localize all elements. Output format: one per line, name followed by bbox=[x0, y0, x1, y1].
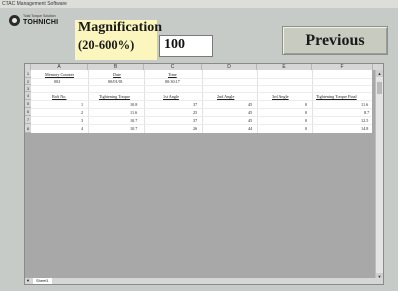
cell-b1[interactable]: Date bbox=[113, 72, 121, 77]
cell-a5[interactable]: 1 bbox=[81, 102, 83, 107]
sheet-tab-bar: ▼ Sheet1 bbox=[25, 278, 383, 284]
cell-c4[interactable]: 1st Angle bbox=[163, 94, 179, 99]
logo-brand: TOHNICHI bbox=[23, 19, 59, 26]
previous-button[interactable]: Previous bbox=[282, 26, 388, 55]
scroll-thumb[interactable] bbox=[377, 82, 382, 94]
cell-f7[interactable]: 12.5 bbox=[361, 118, 368, 123]
magnification-label: Magnification bbox=[78, 20, 162, 35]
grid-line bbox=[31, 108, 372, 109]
cell-b2[interactable]: 00/01/01 bbox=[108, 79, 123, 84]
cell-e8[interactable]: 0 bbox=[305, 126, 307, 131]
cell-c6[interactable]: 25 bbox=[193, 110, 197, 115]
cell-c1[interactable]: Time bbox=[168, 72, 177, 77]
scroll-up-icon[interactable]: ▲ bbox=[376, 70, 383, 77]
grid-line bbox=[31, 78, 372, 79]
cell-c2[interactable]: 00:30:17 bbox=[165, 79, 180, 84]
grid-line bbox=[31, 85, 372, 86]
cell-a1[interactable]: Memory Counter bbox=[45, 72, 74, 77]
cell-c5[interactable]: 37 bbox=[193, 102, 197, 107]
cell-a8[interactable]: 4 bbox=[81, 126, 83, 131]
cell-b4[interactable]: Tightening Torque bbox=[99, 94, 130, 99]
tohnichi-logo: Total Torque Solution TOHNICHI bbox=[9, 13, 59, 29]
cell-b6[interactable]: 11.6 bbox=[130, 110, 137, 115]
cell-f6[interactable]: 8.7 bbox=[364, 110, 369, 115]
cell-e6[interactable]: 0 bbox=[305, 110, 307, 115]
cell-a6[interactable]: 2 bbox=[81, 110, 83, 115]
grid-line bbox=[31, 100, 372, 101]
cell-d8[interactable]: 44 bbox=[248, 126, 252, 131]
cell-c7[interactable]: 37 bbox=[193, 118, 197, 123]
magnification-input[interactable]: 100 bbox=[159, 35, 213, 57]
cell-e5[interactable]: 0 bbox=[305, 102, 307, 107]
cell-a2[interactable]: 002 bbox=[54, 79, 60, 84]
cell-b8[interactable]: 10.7 bbox=[130, 126, 137, 131]
cell-b7[interactable]: 10.7 bbox=[130, 118, 137, 123]
logo-icon bbox=[9, 15, 20, 26]
logo-tagline: Total Torque Solution bbox=[23, 14, 56, 18]
cell-d6[interactable]: 45 bbox=[248, 110, 252, 115]
tab-nav-icon[interactable]: ▼ bbox=[26, 278, 30, 284]
cell-d4[interactable]: 2nd Angle bbox=[217, 94, 234, 99]
cell-c8[interactable]: 26 bbox=[193, 126, 197, 131]
vertical-scrollbar[interactable]: ▲ ▼ bbox=[375, 70, 383, 280]
cell-d7[interactable]: 45 bbox=[248, 118, 252, 123]
cell-f5[interactable]: 11.6 bbox=[361, 102, 368, 107]
grid-line bbox=[31, 92, 372, 93]
cell-e7[interactable]: 0 bbox=[305, 118, 307, 123]
grid-line bbox=[31, 124, 372, 125]
cell-f8[interactable]: 14.8 bbox=[361, 126, 368, 131]
magnification-range: (20-600%) bbox=[78, 38, 135, 52]
cell-a4[interactable]: Bolt No. bbox=[52, 94, 66, 99]
spreadsheet[interactable]: A B C D E F 1 2 3 4 5 6 7 8 Memory Count… bbox=[24, 63, 384, 285]
window-title: CTAC Management Software bbox=[0, 0, 398, 8]
grid-line bbox=[31, 116, 372, 117]
cell-d5[interactable]: 45 bbox=[248, 102, 252, 107]
cell-e4[interactable]: 3rd Angle bbox=[272, 94, 289, 99]
cell-b5[interactable]: 10.8 bbox=[130, 102, 137, 107]
tab-sheet1[interactable]: Sheet1 bbox=[33, 278, 52, 284]
cell-a7[interactable]: 3 bbox=[81, 118, 83, 123]
cell-f4[interactable]: Tightening Torque Final bbox=[316, 94, 357, 99]
